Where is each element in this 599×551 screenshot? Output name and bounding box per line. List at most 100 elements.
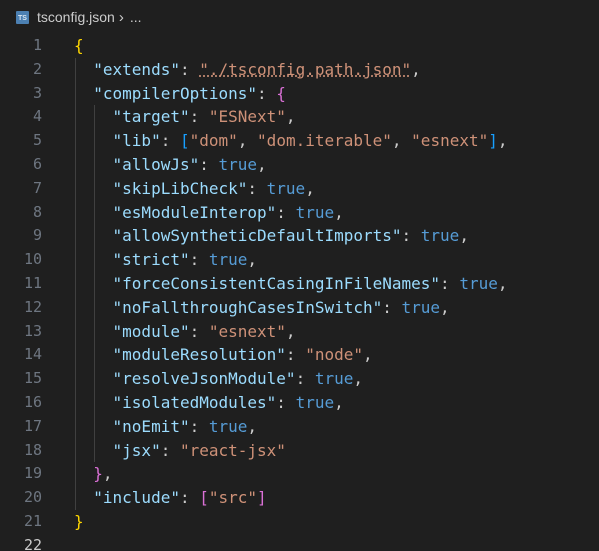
code-line[interactable]: 15 "resolveJsonModule": true,	[0, 367, 599, 391]
code-token: :	[276, 392, 296, 412]
line-content: "forceConsistentCasingInFileNames": true…	[74, 271, 508, 296]
code-line[interactable]: 7 "skipLibCheck": true,	[0, 176, 599, 201]
indent-guide	[94, 271, 96, 296]
line-number: 1	[32, 36, 42, 54]
code-token: :	[189, 321, 209, 341]
code-line[interactable]: 21}	[0, 510, 599, 534]
breadcrumb-file[interactable]: tsconfig.json	[37, 9, 115, 25]
code-token: ,	[411, 59, 421, 79]
line-content: "noEmit": true,	[74, 414, 257, 439]
code-token: "noFallthroughCasesInSwitch"	[112, 297, 383, 317]
indent-guide	[75, 105, 76, 130]
code-line[interactable]: 10 "strict": true,	[0, 248, 599, 272]
code-editor[interactable]: TS tsconfig.json › ... 1{2 "extends": ".…	[0, 0, 599, 551]
code-token: "lib"	[112, 131, 161, 151]
code-token: :	[382, 297, 402, 317]
code-token: true	[266, 178, 306, 198]
code-token: ,	[334, 392, 344, 412]
code-line[interactable]: 1{	[0, 34, 599, 58]
code-line[interactable]: 11 "forceConsistentCasingInFileNames": t…	[0, 271, 599, 296]
line-content: "strict": true,	[74, 248, 257, 272]
code-token: "dom.iterable"	[257, 131, 392, 151]
code-token: true	[208, 250, 248, 270]
line-content: "jsx": "react-jsx"	[74, 438, 286, 463]
code-token: ,	[497, 131, 508, 151]
code-line[interactable]: 20 "include": ["src"]	[0, 486, 599, 510]
code-line[interactable]: 4 "target": "ESNext",	[0, 105, 599, 130]
typescript-file-icon: TS	[16, 10, 29, 24]
code-token: true	[218, 154, 258, 174]
chevron-right-icon: ›	[118, 8, 124, 26]
code-token: "./tsconfig.path.json"	[199, 59, 412, 79]
indent-guide	[75, 81, 76, 106]
code-line[interactable]: 17 "noEmit": true,	[0, 414, 599, 439]
line-content: "lib": ["dom", "dom.iterable", "esnext"]…	[74, 129, 508, 153]
line-content: "extends": "./tsconfig.path.json",	[74, 57, 421, 82]
code-token: true	[208, 416, 248, 436]
code-line[interactable]: 18 "jsx": "react-jsx"	[0, 438, 599, 463]
indent-guide	[75, 176, 76, 201]
code-token: "include"	[93, 488, 180, 508]
code-line[interactable]: 22	[0, 534, 599, 551]
code-token: ,	[285, 321, 296, 341]
code-token: :	[179, 59, 200, 79]
code-token: "resolveJsonModule"	[112, 369, 296, 389]
code-line[interactable]: 3 "compilerOptions": {	[0, 81, 599, 106]
line-content: "include": ["src"]	[74, 486, 267, 510]
indent-guide	[94, 176, 96, 201]
line-content: }	[74, 510, 84, 534]
indent-guide	[75, 200, 76, 225]
code-line[interactable]: 9 "allowSyntheticDefaultImports": true,	[0, 224, 599, 249]
code-token: {	[74, 36, 84, 55]
code-line[interactable]: 19 },	[0, 462, 599, 487]
code-token: ,	[391, 131, 412, 151]
line-number: 14	[23, 345, 42, 364]
code-token: ,	[353, 369, 363, 389]
line-content: {	[74, 34, 84, 58]
code-line[interactable]: 6 "allowJs": true,	[0, 152, 599, 177]
line-number: 12	[23, 297, 42, 316]
code-token: :	[189, 250, 209, 270]
breadcrumb-more[interactable]: ...	[130, 9, 142, 25]
code-area[interactable]: 1{2 "extends": "./tsconfig.path.json", 3 …	[0, 34, 599, 551]
line-number: 13	[23, 321, 42, 340]
code-line[interactable]: 8 "esModuleInterop": true,	[0, 200, 599, 225]
indent-guide	[94, 390, 96, 415]
indent-guide	[75, 462, 76, 487]
code-token: ]	[488, 131, 498, 151]
line-content: "noFallthroughCasesInSwitch": true,	[74, 295, 450, 320]
line-content: "target": "ESNext",	[74, 105, 296, 130]
line-number: 20	[23, 488, 42, 507]
indent-guide	[75, 486, 76, 510]
indent-guide	[75, 57, 76, 82]
code-token: "esnext"	[411, 131, 489, 151]
code-line[interactable]: 2 "extends": "./tsconfig.path.json",	[0, 57, 599, 82]
code-token: [	[199, 488, 209, 508]
indent-guide	[75, 224, 76, 249]
code-line[interactable]: 13 "module": "esnext",	[0, 319, 599, 344]
indent-guide	[75, 129, 76, 153]
line-number: 5	[32, 131, 42, 150]
code-token: true	[314, 369, 354, 389]
code-line[interactable]: 5 "lib": ["dom", "dom.iterable", "esnext…	[0, 129, 599, 153]
indent-guide	[94, 343, 96, 368]
indent-guide	[75, 438, 76, 463]
code-line[interactable]: 12 "noFallthroughCasesInSwitch": true,	[0, 295, 599, 320]
code-token: true	[401, 297, 441, 317]
code-token: ,	[497, 273, 508, 293]
code-token: :	[440, 273, 460, 293]
code-token: "forceConsistentCasingInFileNames"	[112, 273, 441, 293]
code-token: :	[160, 131, 180, 151]
code-line[interactable]: 14 "moduleResolution": "node",	[0, 343, 599, 368]
code-token: :	[276, 202, 296, 222]
code-line[interactable]: 16 "isolatedModules": true,	[0, 390, 599, 415]
